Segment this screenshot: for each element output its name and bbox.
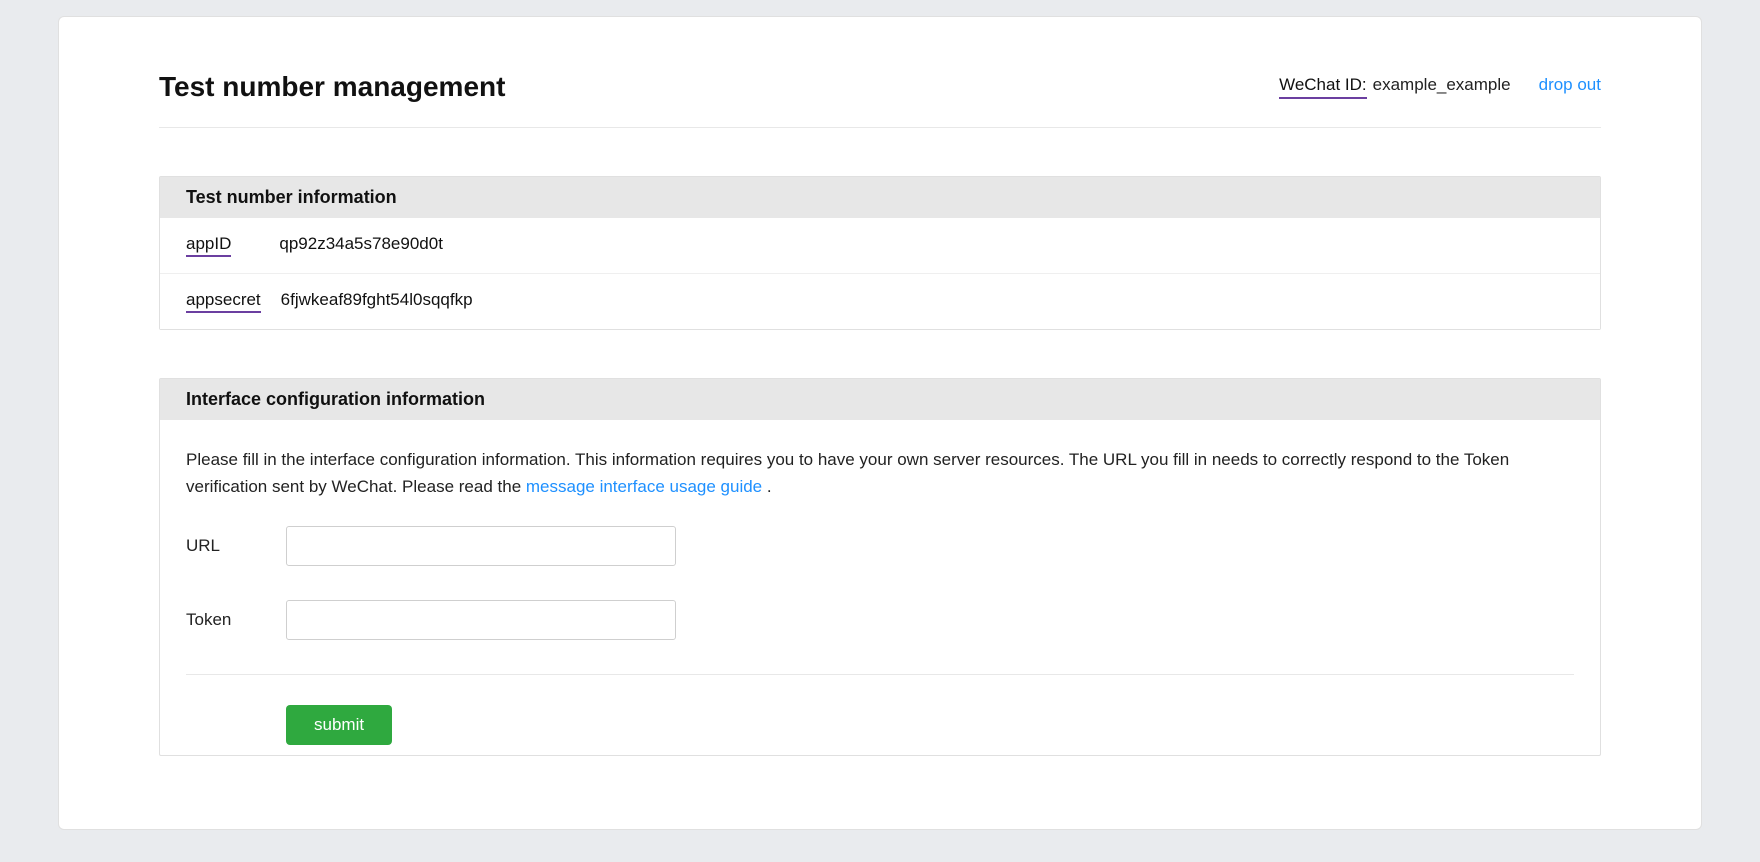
header-divider [159, 127, 1601, 128]
wechat-id-label: WeChat ID: [1279, 75, 1367, 99]
url-input[interactable] [286, 526, 676, 566]
form-row-token: Token [186, 600, 1574, 640]
page-title: Test number management [159, 71, 505, 103]
section-body-config: Please fill in the interface configurati… [160, 420, 1600, 755]
main-panel: Test number management WeChat ID: exampl… [58, 16, 1702, 830]
url-label: URL [186, 536, 286, 556]
wechat-id-value: example_example [1373, 75, 1511, 95]
form-divider [186, 674, 1574, 675]
dropout-link[interactable]: drop out [1539, 75, 1601, 95]
config-desc-text1: Please fill in the interface configurati… [186, 450, 1509, 496]
info-label-appid: appID [186, 234, 231, 257]
token-input[interactable] [286, 600, 676, 640]
form-row-url: URL [186, 526, 1574, 566]
info-row-appsecret: appsecret 6fjwkeaf89fght54l0sqqfkp [160, 274, 1600, 329]
token-label: Token [186, 610, 286, 630]
submit-button[interactable]: submit [286, 705, 392, 745]
section-title-config: Interface configuration information [186, 389, 1574, 410]
section-title-info: Test number information [186, 187, 1574, 208]
section-body-info: appID qp92z34a5s78e90d0t appsecret 6fjwk… [160, 218, 1600, 329]
config-desc-text2: . [762, 477, 771, 496]
info-label-appsecret: appsecret [186, 290, 261, 313]
page-header: Test number management WeChat ID: exampl… [59, 17, 1701, 127]
info-value-appid: qp92z34a5s78e90d0t [279, 234, 443, 254]
usage-guide-link[interactable]: message interface usage guide [526, 477, 762, 496]
section-interface-config: Interface configuration information Plea… [159, 378, 1601, 756]
wechat-id-group: WeChat ID: example_example [1279, 75, 1511, 99]
submit-row: submit [186, 705, 1574, 745]
info-row-appid: appID qp92z34a5s78e90d0t [160, 218, 1600, 274]
config-description: Please fill in the interface configurati… [186, 446, 1574, 500]
section-test-number-info: Test number information appID qp92z34a5s… [159, 176, 1601, 330]
info-value-appsecret: 6fjwkeaf89fght54l0sqqfkp [281, 290, 473, 310]
section-header-config: Interface configuration information [160, 379, 1600, 420]
header-right: WeChat ID: example_example drop out [1279, 75, 1601, 99]
section-header-info: Test number information [160, 177, 1600, 218]
